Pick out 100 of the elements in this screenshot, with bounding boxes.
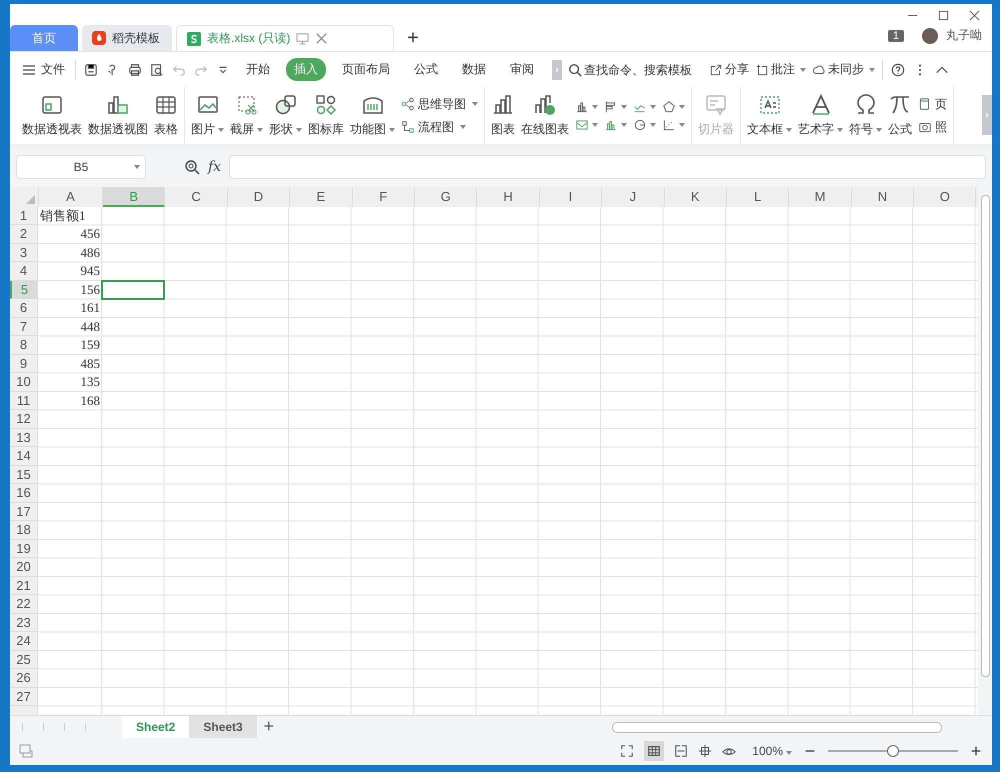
column-header[interactable]: N — [852, 186, 914, 207]
ribbon-button[interactable]: 数据透视表 — [22, 93, 82, 138]
ribbon-button[interactable]: 思维导图 — [401, 96, 478, 113]
toolbar-action[interactable]: 批注 — [755, 61, 806, 78]
sheet-tab[interactable]: Sheet2 — [122, 716, 190, 738]
row-header[interactable]: 20 — [10, 558, 38, 577]
column-header[interactable]: H — [477, 186, 540, 207]
row-header[interactable]: 16 — [10, 484, 38, 503]
ribbon-tab[interactable]: 开始 — [238, 58, 278, 82]
row-header[interactable]: 4 — [10, 262, 38, 281]
row-header[interactable]: 15 — [10, 466, 38, 484]
maximize-icon[interactable] — [938, 10, 949, 21]
ribbon-button[interactable]: 在线图表 — [521, 93, 569, 138]
row-header[interactable]: 3 — [10, 244, 38, 262]
ribbon-button[interactable]: 公式 — [888, 93, 912, 138]
toolbar-action[interactable]: 分享 — [709, 61, 749, 78]
row-header[interactable]: 14 — [10, 447, 38, 466]
row-header[interactable]: 9 — [10, 354, 38, 374]
chart-type-button[interactable] — [633, 118, 656, 132]
ribbon-button[interactable]: 功能图 — [350, 93, 395, 138]
page-break-icon[interactable] — [674, 744, 688, 758]
zoom-search-icon[interactable] — [184, 158, 200, 175]
row-header[interactable]: 12 — [10, 410, 38, 429]
ribbon-tab[interactable]: 数据 — [454, 58, 494, 82]
ribbon-button[interactable]: 艺术字 — [798, 93, 843, 138]
file-menu[interactable]: 文件 — [16, 61, 71, 78]
row-header[interactable]: 27 — [10, 688, 38, 706]
row-header[interactable]: 19 — [10, 540, 38, 558]
column-header[interactable]: L — [726, 186, 790, 207]
column-header[interactable]: J — [602, 186, 665, 207]
column-header[interactable]: E — [290, 186, 353, 207]
row-header[interactable]: 25 — [10, 650, 38, 670]
column-header[interactable]: F — [352, 186, 415, 207]
active-cell[interactable] — [101, 280, 166, 300]
row-header[interactable]: 6 — [10, 299, 38, 318]
crosshair-icon[interactable] — [698, 744, 712, 758]
ribbon-tab[interactable]: 公式 — [406, 58, 446, 82]
fullscreen-icon[interactable] — [620, 744, 634, 758]
close-icon[interactable] — [315, 32, 328, 46]
user-name[interactable]: 丸子呦 — [946, 27, 982, 44]
row-header[interactable]: 7 — [10, 318, 38, 336]
row-header[interactable]: 10 — [10, 373, 38, 392]
ribbon-button[interactable]: 图片 — [191, 93, 224, 138]
row-header[interactable]: 13 — [10, 428, 38, 448]
column-header[interactable]: K — [664, 186, 727, 207]
chart-type-button[interactable] — [662, 118, 685, 132]
column-header[interactable]: I — [540, 186, 602, 207]
zoom-in-button[interactable]: + — [968, 740, 984, 762]
ribbon-button[interactable]: 照 — [918, 118, 947, 136]
ribbon-tab[interactable]: 审阅 — [502, 58, 542, 82]
ribbon-button[interactable]: 图表 — [491, 93, 515, 138]
row-header[interactable]: 18 — [10, 521, 38, 540]
zoom-level[interactable]: 100% — [752, 744, 792, 758]
ribbon-button[interactable]: 表格 — [154, 93, 178, 138]
column-header[interactable]: C — [165, 186, 228, 207]
add-sheet-button[interactable]: + — [256, 716, 281, 738]
save-icon[interactable] — [84, 62, 98, 77]
row-header[interactable]: 17 — [10, 502, 38, 522]
chart-type-button[interactable] — [604, 100, 627, 114]
ribbon-button[interactable]: 截屏 — [230, 93, 263, 138]
ribbon-tab[interactable]: 页面布局 — [334, 58, 398, 82]
monitor-icon[interactable] — [18, 743, 34, 760]
ribbon-button[interactable]: 文本框 — [747, 93, 792, 138]
row-header[interactable]: 11 — [10, 392, 38, 410]
chart-type-button[interactable] — [575, 118, 598, 132]
toolbar-action[interactable]: 未同步 — [812, 61, 875, 78]
row-header[interactable]: 21 — [10, 576, 38, 596]
row-header[interactable]: 1 — [10, 206, 38, 226]
column-header[interactable]: M — [789, 186, 852, 207]
column-header[interactable]: D — [228, 186, 290, 207]
chart-type-button[interactable] — [662, 100, 685, 114]
new-tab-button[interactable]: + — [398, 25, 428, 52]
row-header[interactable]: 8 — [10, 336, 38, 355]
help-icon[interactable] — [891, 62, 905, 77]
ribbon-button[interactable]: 流程图 — [401, 118, 478, 136]
formula-input[interactable] — [229, 154, 986, 179]
document-tab[interactable]: 表格.xlsx (只读) — [176, 25, 394, 52]
ribbon-button[interactable]: 页 — [918, 96, 947, 113]
row-header[interactable]: 23 — [10, 614, 38, 632]
function-label[interactable]: fx — [208, 158, 222, 175]
ribbon-button[interactable]: 符号 — [849, 93, 882, 138]
print-icon[interactable] — [128, 62, 142, 77]
chart-type-button[interactable] — [575, 100, 598, 114]
column-header[interactable]: G — [414, 186, 478, 207]
row-header[interactable]: 22 — [10, 595, 38, 614]
row-header[interactable]: 2 — [10, 225, 38, 244]
ribbon-button[interactable]: 形状 — [269, 93, 302, 138]
zoom-out-button[interactable]: − — [802, 740, 818, 762]
command-search-field[interactable]: 查找命令、搜索模板 — [568, 62, 706, 77]
avatar[interactable] — [922, 28, 938, 44]
print-preview-icon[interactable] — [150, 62, 164, 77]
document-tab[interactable]: 稻壳模板 — [82, 25, 172, 52]
row-header[interactable]: 24 — [10, 632, 38, 651]
close-icon[interactable] — [969, 10, 980, 21]
sheet-tab[interactable]: Sheet3 — [189, 716, 257, 738]
name-box[interactable]: B5 — [16, 154, 146, 179]
notification-badge[interactable]: 1 — [888, 30, 904, 42]
row-header[interactable]: 26 — [10, 669, 38, 688]
column-header[interactable]: O — [914, 186, 976, 207]
ribbon-button[interactable]: 图标库 — [308, 93, 344, 138]
